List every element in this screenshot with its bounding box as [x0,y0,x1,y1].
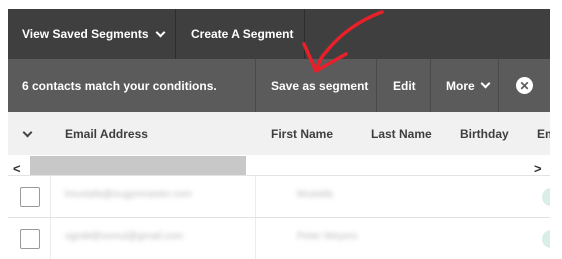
more-label: More [446,78,475,93]
row-checkbox[interactable] [20,187,40,207]
chevron-down-icon [155,27,165,37]
column-header-email[interactable]: Email Address [65,112,148,155]
column-header-last-name[interactable]: Last Name [371,112,432,155]
table-header: Email Address First Name Last Name Birth… [8,112,550,156]
first-name-cell: Mustafa [297,189,333,200]
status-badge [542,230,550,248]
close-glyph: ✕ [519,78,530,93]
save-as-segment-button[interactable]: Save as segment [271,59,368,112]
first-name-cell: Peter Weyers [297,231,358,242]
view-saved-segments-dropdown[interactable]: View Saved Segments [22,9,165,59]
match-count-label: 6 contacts match your conditions. [22,78,217,93]
bar-divider [498,59,499,112]
bar-divider [430,59,431,112]
segment-nav-bar: View Saved Segments Create A Segment [8,9,550,59]
create-segment-tab[interactable]: Create A Segment [191,9,293,59]
segment-builder-panel: View Saved Segments Create A Segment 6 c… [8,9,550,259]
chevron-down-icon[interactable] [22,127,33,138]
scrollbar-thumb[interactable] [30,156,246,175]
create-segment-label: Create A Segment [191,27,294,41]
edit-button[interactable]: Edit [393,59,416,112]
match-count-text: 6 contacts match your conditions. [22,59,217,112]
column-divider [50,176,51,218]
email-cell: ogndeljhonnui@gmail.com [65,231,183,242]
save-as-segment-label: Save as segment [271,78,369,93]
column-divider [255,176,256,218]
more-dropdown[interactable]: More [446,59,491,112]
row-checkbox[interactable] [20,229,40,249]
column-header-birthday[interactable]: Birthday [460,112,509,155]
column-divider [255,218,256,259]
table-row[interactable]: ogndeljhonnui@gmail.com Peter Weyers [8,217,550,259]
scroll-left-icon[interactable]: < [13,161,21,176]
column-header-email-status[interactable]: Em [537,112,550,155]
close-icon[interactable]: ✕ [516,77,533,94]
scroll-right-icon[interactable]: > [534,161,542,176]
chevron-down-icon [480,78,491,89]
nav-divider [304,9,305,59]
status-badge [542,188,550,206]
email-cell: lmustafa@eugymnaster.com [65,189,192,200]
column-header-first-name[interactable]: First Name [271,112,333,155]
bar-divider [255,59,256,112]
segment-action-bar: 6 contacts match your conditions. Save a… [8,59,550,112]
column-divider [50,218,51,259]
nav-divider [175,9,176,59]
bar-divider [376,59,377,112]
edit-label: Edit [393,78,416,93]
view-saved-segments-label: View Saved Segments [22,27,149,41]
table-row[interactable]: lmustafa@eugymnaster.com Mustafa [8,175,550,218]
